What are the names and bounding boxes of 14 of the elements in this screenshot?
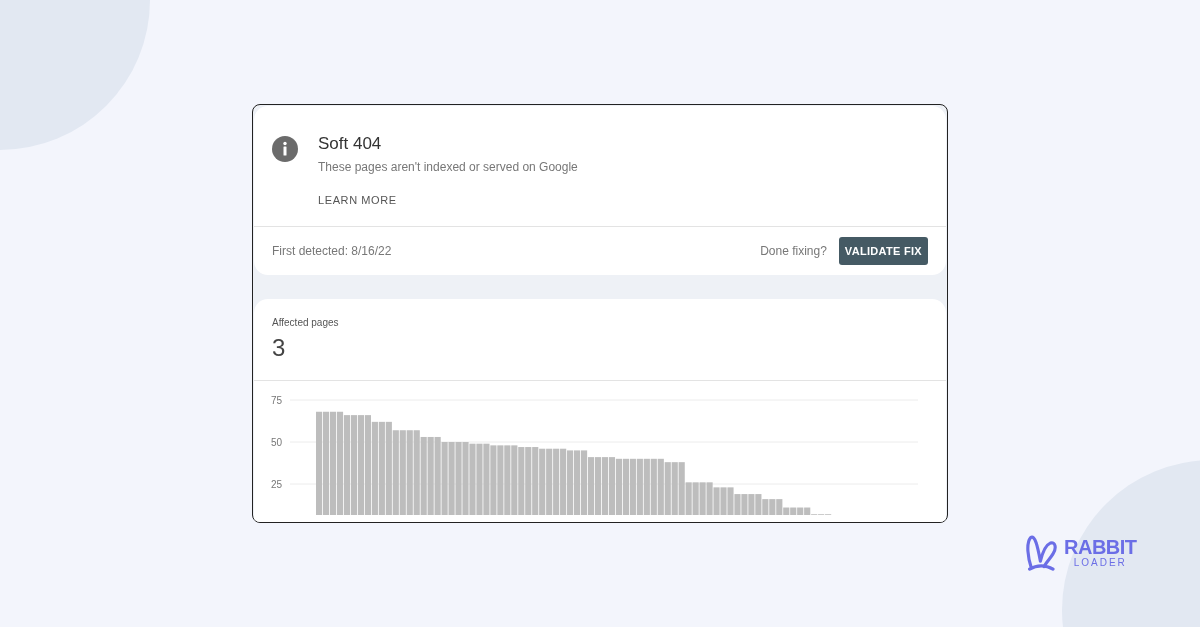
brand-name: RABBIT	[1064, 537, 1137, 557]
brand-tagline: LOADER	[1073, 557, 1127, 569]
first-detected-date: First detected: 8/16/22	[272, 244, 392, 258]
learn-more-link[interactable]: LEARN MORE	[318, 194, 397, 206]
y-axis-label: 25	[271, 478, 283, 490]
info-icon	[272, 136, 298, 162]
affected-pages-label: Affected pages	[272, 317, 340, 328]
issue-title: Soft 404	[318, 134, 383, 154]
validate-fix-button[interactable]: VALIDATE FIX	[838, 237, 928, 265]
issue-description: These pages aren't indexed or served on Google	[318, 160, 578, 174]
y-axis-label: 50	[271, 436, 283, 448]
done-fixing-label: Done fixing?	[760, 244, 827, 258]
affected-pages-count: 3	[272, 334, 287, 362]
y-axis-label: 75	[271, 394, 283, 406]
